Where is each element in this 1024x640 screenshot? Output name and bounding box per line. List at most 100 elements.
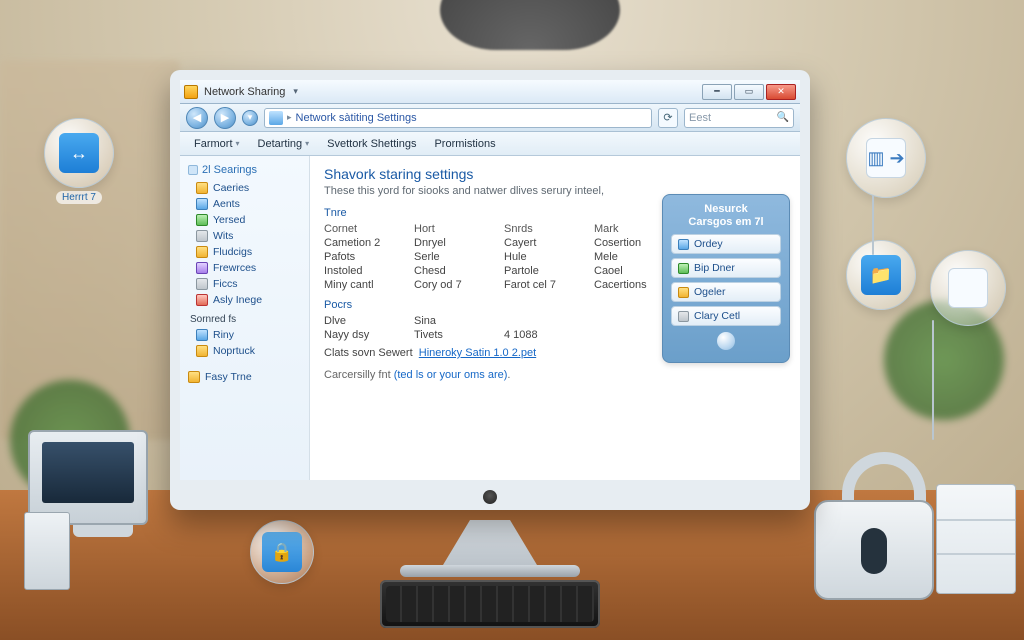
title-dropdown-icon[interactable]: ▾	[293, 86, 298, 97]
sidebar-item[interactable]: Wits	[180, 228, 309, 244]
background-lamp	[440, 0, 620, 50]
bubble-left-caption: Herrrt 7	[56, 191, 102, 204]
keyboard	[380, 580, 600, 628]
table-cell: Serle	[414, 251, 504, 263]
folder-icon	[196, 246, 208, 258]
window-title: Network Sharing	[204, 86, 285, 98]
task-icon	[678, 263, 689, 274]
network-share-icon: ↔	[59, 133, 99, 173]
sidebar-heading[interactable]: 2l Searings	[180, 162, 309, 180]
refresh-button[interactable]: ⟳	[658, 108, 678, 128]
chevron-down-icon: ▾	[236, 139, 240, 148]
prop-padlock	[814, 452, 954, 600]
shared-folder-icon: 📁	[861, 255, 901, 295]
table-cell: Dlve	[324, 315, 414, 327]
table-cell: Dnryel	[414, 237, 504, 249]
forward-button[interactable]: ▶	[214, 107, 236, 129]
main-pane: Shavork staring settings These this yord…	[310, 156, 800, 480]
table-cell: Nayy dsy	[324, 329, 414, 341]
monitor: Network Sharing ▾ ━ ▭ ✕ ◀ ▶ ▾ ▸ Network …	[170, 70, 810, 510]
folder-icon	[196, 345, 208, 357]
sidebar-item[interactable]: Riny	[180, 327, 309, 343]
tasks-panel-title: Nesurck Carsgos em 7l	[671, 203, 781, 228]
folder-icon	[188, 371, 200, 383]
page-heading: Shavork staring settings	[324, 166, 786, 182]
sidebar-item[interactable]: Frewrces	[180, 260, 309, 276]
search-input[interactable]: Eest 🔍	[684, 108, 794, 128]
folder-icon	[196, 230, 208, 242]
sidebar-item[interactable]: Fludcigs	[180, 244, 309, 260]
folder-icon	[196, 262, 208, 274]
table-cell: Farot cel 7	[504, 279, 594, 291]
window-body: 2l Searings Caeries Aents Yersed Wits Fl…	[180, 156, 800, 480]
bubble-lock: 🔒	[250, 520, 314, 584]
refresh-icon: ⟳	[663, 111, 672, 124]
close-button[interactable]: ✕	[766, 84, 796, 100]
navbar: ◀ ▶ ▾ ▸ Network sàtiting Settings ⟳ Eest…	[180, 104, 800, 132]
task-icon	[678, 239, 689, 250]
table-cell: Sina	[414, 315, 504, 327]
breadcrumb-text: Network sàtiting Settings	[296, 112, 417, 124]
folder-icon	[196, 182, 208, 194]
prop-old-computer	[28, 430, 178, 590]
menubar: Farmort▾ Detarting▾ Svettork Shettings P…	[180, 132, 800, 156]
table-cell	[504, 315, 594, 327]
sidebar-item[interactable]: Yersed	[180, 212, 309, 228]
task-button[interactable]: Bip Dner	[671, 258, 781, 278]
table-cell: 4 1088	[504, 329, 594, 341]
control-panel-icon	[184, 85, 198, 99]
table-cell: Chesd	[414, 265, 504, 277]
table-cell: Hule	[504, 251, 594, 263]
table-cell: Cametion 2	[324, 237, 414, 249]
chevron-down-icon: ▾	[305, 139, 309, 148]
table-cell: Cayert	[504, 237, 594, 249]
bubble-apps	[930, 250, 1006, 326]
table-cell: Cory od 7	[414, 279, 504, 291]
bubble-device-card: ▥ ➔	[846, 118, 926, 198]
sidebar-item[interactable]: Caeries	[180, 180, 309, 196]
address-bar[interactable]: ▸ Network sàtiting Settings	[264, 108, 652, 128]
titlebar[interactable]: Network Sharing ▾ ━ ▭ ✕	[180, 80, 800, 104]
sidebar-heading-icon	[188, 165, 198, 175]
panel-orb-icon	[717, 332, 735, 350]
connector-wire	[872, 195, 874, 255]
connector-wire	[932, 320, 934, 440]
menu-item[interactable]: Svettork Shettings	[319, 135, 424, 153]
minimize-button[interactable]: ━	[702, 84, 732, 100]
sidebar-item[interactable]: Aents	[180, 196, 309, 212]
footer-hint: Carcersilly fnt (ted ls or your oms are)…	[324, 369, 786, 381]
task-button[interactable]: Clary Cetl	[671, 306, 781, 326]
task-icon	[678, 311, 689, 322]
menu-item[interactable]: Prormistions	[426, 135, 503, 153]
task-button[interactable]: Ogeler	[671, 282, 781, 302]
sidebar-item[interactable]: Asly Inege	[180, 292, 309, 308]
sidebar-item[interactable]: Noprtuck	[180, 343, 309, 359]
table-header: Cornet	[324, 223, 414, 235]
menu-item[interactable]: Detarting▾	[250, 135, 318, 153]
folder-icon	[196, 294, 208, 306]
sidebar-footer-item[interactable]: Fasy Trne	[180, 369, 309, 385]
folder-icon	[196, 329, 208, 341]
hint-link[interactable]: (ted ls or your oms are)	[394, 369, 508, 381]
back-button[interactable]: ◀	[186, 107, 208, 129]
sidebar: 2l Searings Caeries Aents Yersed Wits Fl…	[180, 156, 310, 480]
history-dropdown-icon[interactable]: ▾	[242, 110, 258, 126]
table-cell: Miny cantl	[324, 279, 414, 291]
task-button[interactable]: Ordey	[671, 234, 781, 254]
table-header: Snrds	[504, 223, 594, 235]
search-placeholder: Eest	[689, 112, 711, 124]
maximize-button[interactable]: ▭	[734, 84, 764, 100]
server-link[interactable]: Hineroky Satin 1.0 2.pet	[419, 347, 536, 359]
task-icon	[678, 287, 689, 298]
home-icon[interactable]	[269, 111, 283, 125]
lock-icon: 🔒	[262, 532, 302, 572]
menu-item[interactable]: Farmort▾	[186, 135, 248, 153]
window: Network Sharing ▾ ━ ▭ ✕ ◀ ▶ ▾ ▸ Network …	[180, 80, 800, 480]
sidebar-item[interactable]: Ficcs	[180, 276, 309, 292]
link-label: Clats sovn Sewert	[324, 347, 413, 359]
bubble-network-left: ↔ Herrrt 7	[44, 118, 114, 188]
chevron-right-icon: ▸	[287, 112, 292, 123]
device-card-icon: ▥ ➔	[866, 138, 906, 178]
table-cell: Pafots	[324, 251, 414, 263]
search-icon: 🔍	[777, 112, 789, 123]
